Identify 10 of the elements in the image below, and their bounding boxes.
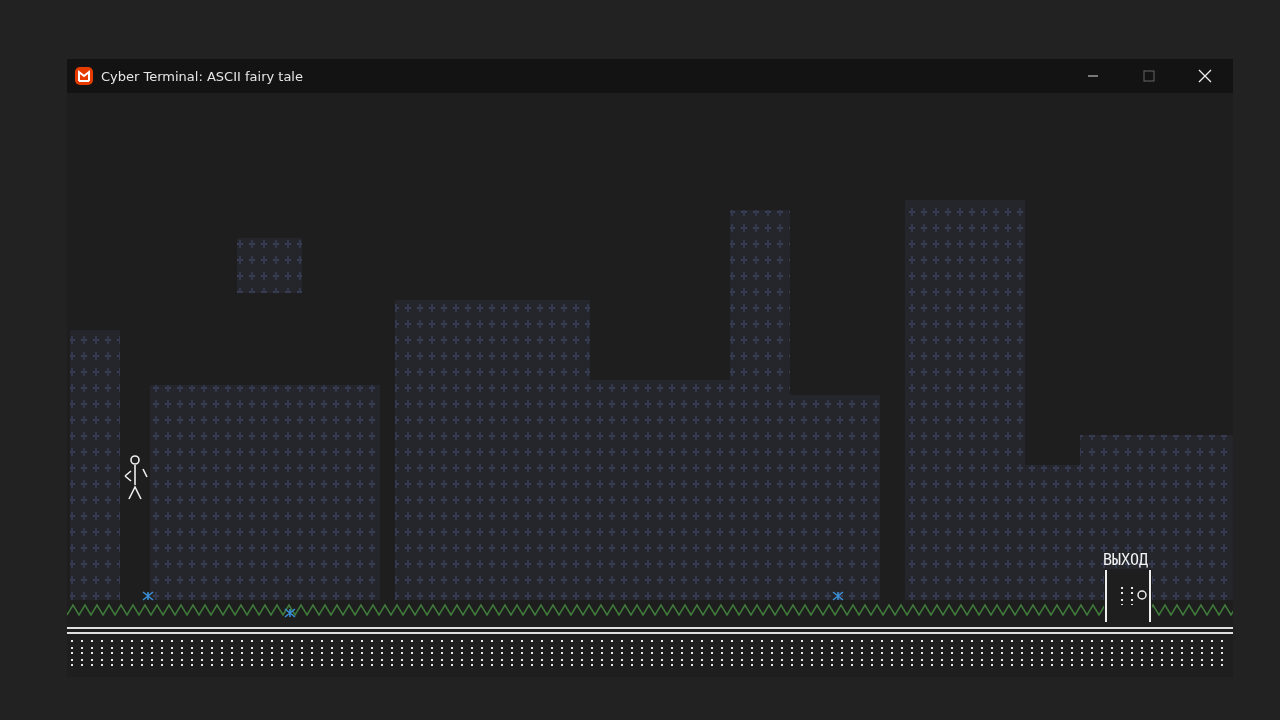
pickup-icon — [284, 608, 296, 618]
pickup-icon — [142, 591, 154, 601]
maximize-icon — [1143, 70, 1155, 82]
exit-door-drawing — [1104, 569, 1152, 623]
window-title: Cyber Terminal: ASCII fairy tale — [101, 68, 303, 84]
app-logo-icon — [74, 66, 94, 86]
pickup-icon — [832, 591, 844, 601]
player-figure-icon — [124, 455, 148, 500]
close-icon — [1198, 69, 1212, 83]
exit-sign: ВЫХОД — [1103, 551, 1149, 569]
